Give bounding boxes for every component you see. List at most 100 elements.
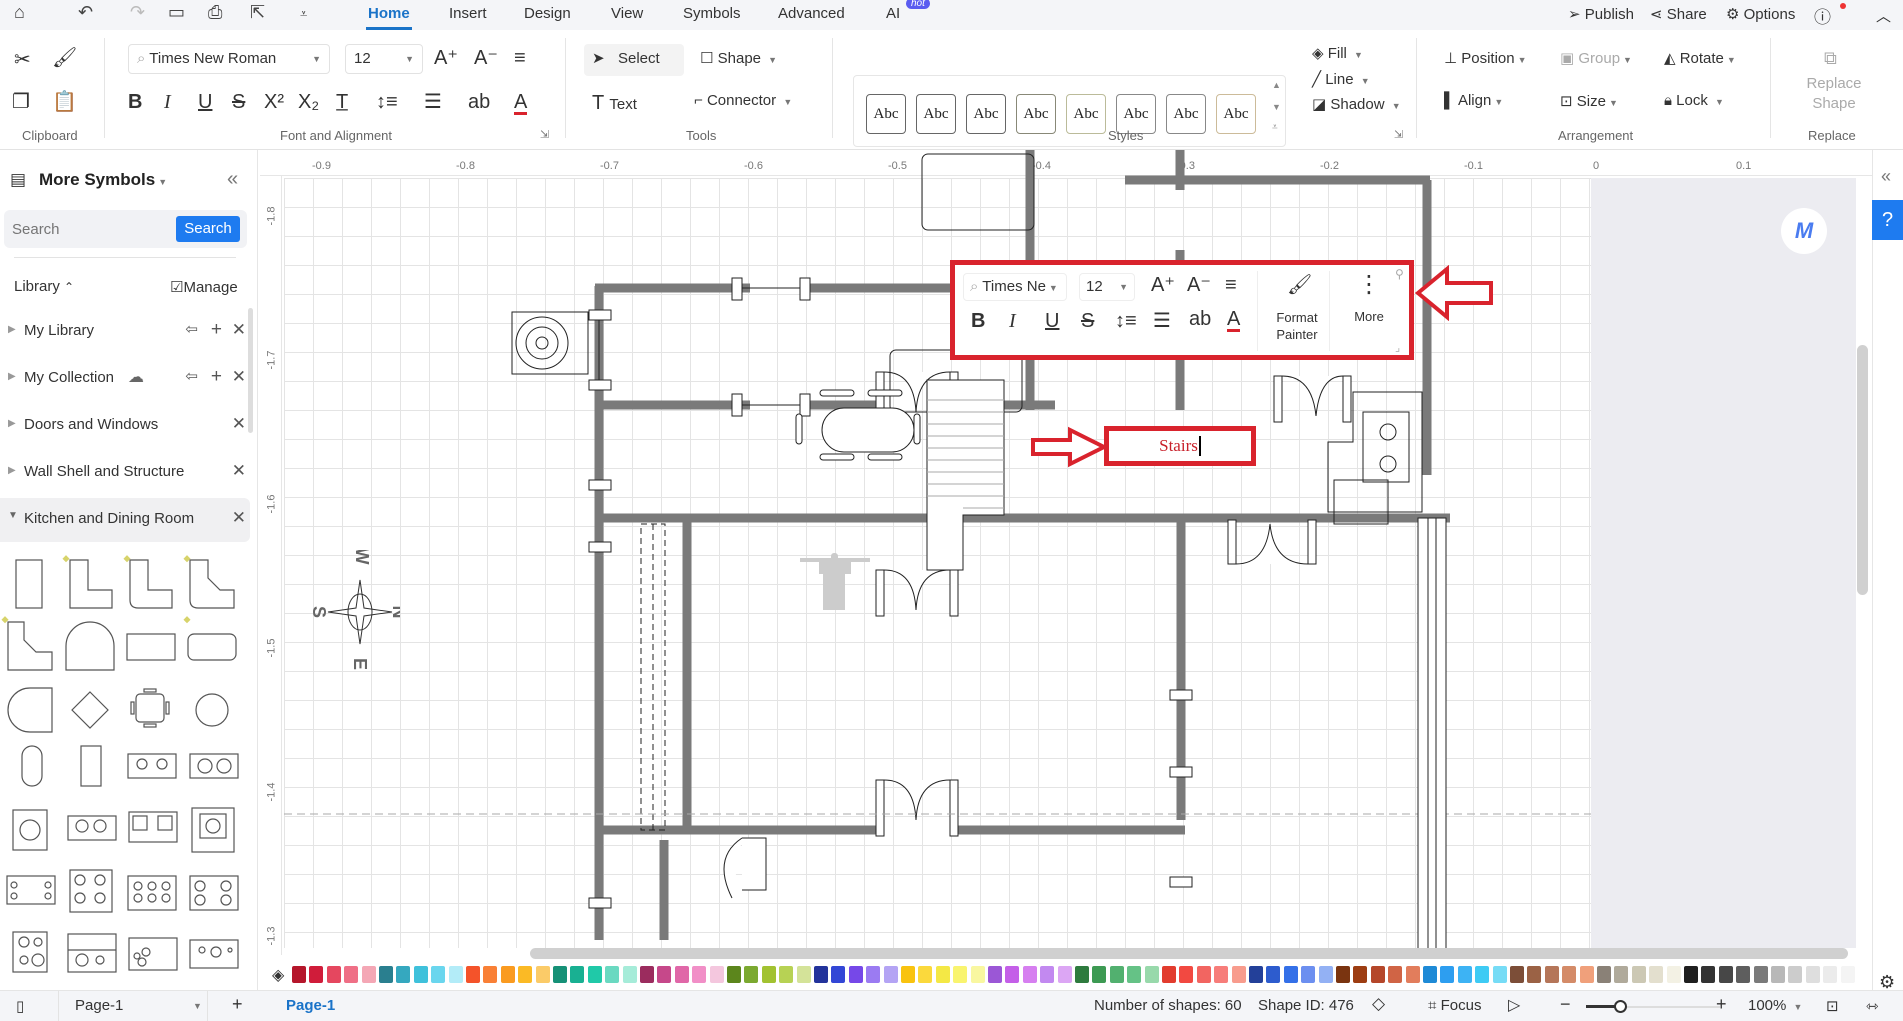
color-swatch[interactable] bbox=[1823, 966, 1838, 983]
color-swatch[interactable] bbox=[1631, 966, 1646, 983]
help-button[interactable]: ? bbox=[1872, 200, 1903, 240]
library-item-my-library[interactable]: ▶ My Library ⇦ + ✕ bbox=[0, 312, 250, 352]
color-swatch[interactable] bbox=[1353, 966, 1368, 983]
more-symbols-title[interactable]: More Symbols ▼ bbox=[39, 170, 167, 190]
text-format-icon[interactable]: T̲ bbox=[336, 92, 348, 112]
color-swatch[interactable] bbox=[831, 966, 846, 983]
color-swatch[interactable] bbox=[988, 966, 1002, 983]
color-swatch[interactable] bbox=[1753, 966, 1768, 983]
symbol-cooktop-knobs[interactable] bbox=[6, 875, 56, 905]
symbol-cooktop-2[interactable] bbox=[127, 753, 177, 779]
color-swatch[interactable] bbox=[744, 966, 759, 983]
color-swatch[interactable] bbox=[1040, 966, 1055, 983]
horizontal-scrollbar[interactable] bbox=[530, 948, 1848, 959]
scroll-down-icon[interactable]: ▼ bbox=[1272, 102, 1281, 112]
color-swatch[interactable] bbox=[622, 966, 637, 983]
symbol-rect-table[interactable] bbox=[126, 633, 176, 661]
select-button[interactable]: ➤ Select bbox=[584, 44, 684, 76]
symbol-cooktop-4[interactable] bbox=[69, 869, 113, 913]
float-size-select[interactable]: 12 ▼ bbox=[1079, 273, 1135, 301]
symbol-diamond-table[interactable] bbox=[71, 691, 109, 729]
color-swatch[interactable] bbox=[396, 966, 411, 983]
collapse-ribbon-icon[interactable]: ︿ bbox=[1876, 5, 1891, 26]
tab-symbols[interactable]: Symbols bbox=[683, 5, 741, 22]
color-swatch[interactable] bbox=[1092, 966, 1107, 983]
color-swatch[interactable] bbox=[500, 966, 515, 983]
symbol-oval-table-6[interactable] bbox=[21, 745, 43, 787]
color-swatch[interactable] bbox=[1649, 966, 1664, 983]
washer-fixture[interactable] bbox=[511, 311, 589, 375]
symbol-round-table-4[interactable] bbox=[195, 693, 229, 727]
page-tab[interactable]: Page-1 bbox=[286, 997, 335, 1014]
color-swatch[interactable] bbox=[570, 966, 585, 983]
bullet-list-icon[interactable]: ☰ bbox=[424, 92, 442, 112]
right-windows[interactable] bbox=[1417, 517, 1447, 955]
help-icon[interactable]: ⓘ bbox=[1814, 3, 1831, 28]
line-spacing-icon[interactable]: ↕≡ bbox=[376, 92, 398, 112]
pin-icon[interactable]: ⚲ bbox=[1395, 267, 1404, 281]
color-swatch[interactable] bbox=[361, 966, 376, 983]
decrease-font-icon[interactable]: A⁻ bbox=[1187, 275, 1211, 295]
library-item-doors-and-windows[interactable]: ▶ Doors and Windows ✕ bbox=[0, 406, 250, 446]
panel-scrollbar[interactable] bbox=[248, 308, 253, 433]
tab-advanced[interactable]: Advanced bbox=[778, 5, 845, 22]
color-swatch[interactable] bbox=[1127, 966, 1142, 983]
color-swatch[interactable] bbox=[1144, 966, 1159, 983]
color-swatch[interactable] bbox=[292, 966, 306, 983]
zoom-slider[interactable] bbox=[1586, 1000, 1720, 1013]
color-swatch[interactable] bbox=[1544, 966, 1559, 983]
tab-ai[interactable]: AI bbox=[886, 5, 900, 22]
color-swatch[interactable] bbox=[692, 966, 707, 983]
color-swatch[interactable] bbox=[1231, 966, 1246, 983]
color-swatch[interactable] bbox=[1614, 966, 1629, 983]
color-swatch[interactable] bbox=[1527, 966, 1542, 983]
color-swatch[interactable] bbox=[1109, 966, 1124, 983]
color-swatch[interactable] bbox=[970, 966, 985, 983]
italic-icon[interactable]: I bbox=[1009, 311, 1016, 331]
close-icon[interactable]: ✕ bbox=[232, 414, 246, 434]
style-swatch[interactable]: Abc bbox=[1166, 94, 1206, 134]
add-icon[interactable]: + bbox=[211, 366, 222, 388]
color-swatch[interactable] bbox=[883, 966, 898, 983]
decrease-font-icon[interactable]: A⁻ bbox=[474, 48, 498, 68]
dialog-launcher-icon[interactable]: ⇲ bbox=[1394, 128, 1403, 141]
style-swatch[interactable]: Abc bbox=[1016, 94, 1056, 134]
close-icon[interactable]: ✕ bbox=[232, 367, 246, 387]
color-swatch[interactable] bbox=[413, 966, 428, 983]
color-swatch[interactable] bbox=[326, 966, 341, 983]
search-button[interactable]: Search bbox=[176, 216, 240, 242]
symbol-rounded-table[interactable] bbox=[183, 616, 237, 661]
symbol-cooktop-oval[interactable] bbox=[67, 815, 117, 841]
save-icon[interactable]: ▭ bbox=[168, 2, 185, 23]
cut-icon[interactable]: ✂ bbox=[14, 50, 31, 70]
color-swatch[interactable] bbox=[344, 966, 359, 983]
style-swatch[interactable]: Abc bbox=[1066, 94, 1106, 134]
align-button[interactable]: ▌ Align ▼ bbox=[1444, 92, 1503, 109]
library-item-wall-shell[interactable]: ▶ Wall Shell and Structure ✕ bbox=[0, 453, 250, 493]
symbol-l-counter[interactable] bbox=[62, 555, 113, 609]
float-font-select[interactable]: ⌕ Times Ne ▼ bbox=[963, 273, 1067, 301]
symbol-cooktop-2b[interactable] bbox=[189, 753, 239, 779]
layers-icon[interactable]: ◇ bbox=[1372, 994, 1385, 1014]
color-swatch[interactable] bbox=[901, 966, 915, 983]
stairs[interactable] bbox=[926, 379, 1005, 571]
shape-button[interactable]: ☐ Shape ▼ bbox=[700, 49, 777, 67]
color-swatch[interactable] bbox=[935, 966, 950, 983]
symbol-cooktop-2sq[interactable] bbox=[128, 811, 178, 843]
color-swatch[interactable] bbox=[1701, 966, 1716, 983]
bullet-list-icon[interactable]: ☰ bbox=[1153, 311, 1171, 331]
symbol-hob-round[interactable] bbox=[12, 931, 48, 973]
color-swatch[interactable] bbox=[814, 966, 828, 983]
color-swatch[interactable] bbox=[918, 966, 933, 983]
style-swatch[interactable]: Abc bbox=[916, 94, 956, 134]
publish-button[interactable]: ➢ Publish bbox=[1568, 5, 1634, 23]
line-button[interactable]: ╱ Line ▼ bbox=[1312, 70, 1370, 88]
color-swatch[interactable] bbox=[1423, 966, 1437, 983]
expand-gallery-icon[interactable]: ⩡ bbox=[1272, 122, 1278, 133]
position-button[interactable]: ⊥ Position ▼ bbox=[1444, 49, 1527, 67]
font-family-select[interactable]: ⌕ Times New Roman ▼ bbox=[128, 44, 330, 74]
color-swatch[interactable] bbox=[1266, 966, 1281, 983]
color-swatch[interactable] bbox=[553, 966, 567, 983]
symbol-arch-table[interactable] bbox=[65, 621, 115, 671]
zoom-slider-handle[interactable] bbox=[1613, 1000, 1627, 1013]
